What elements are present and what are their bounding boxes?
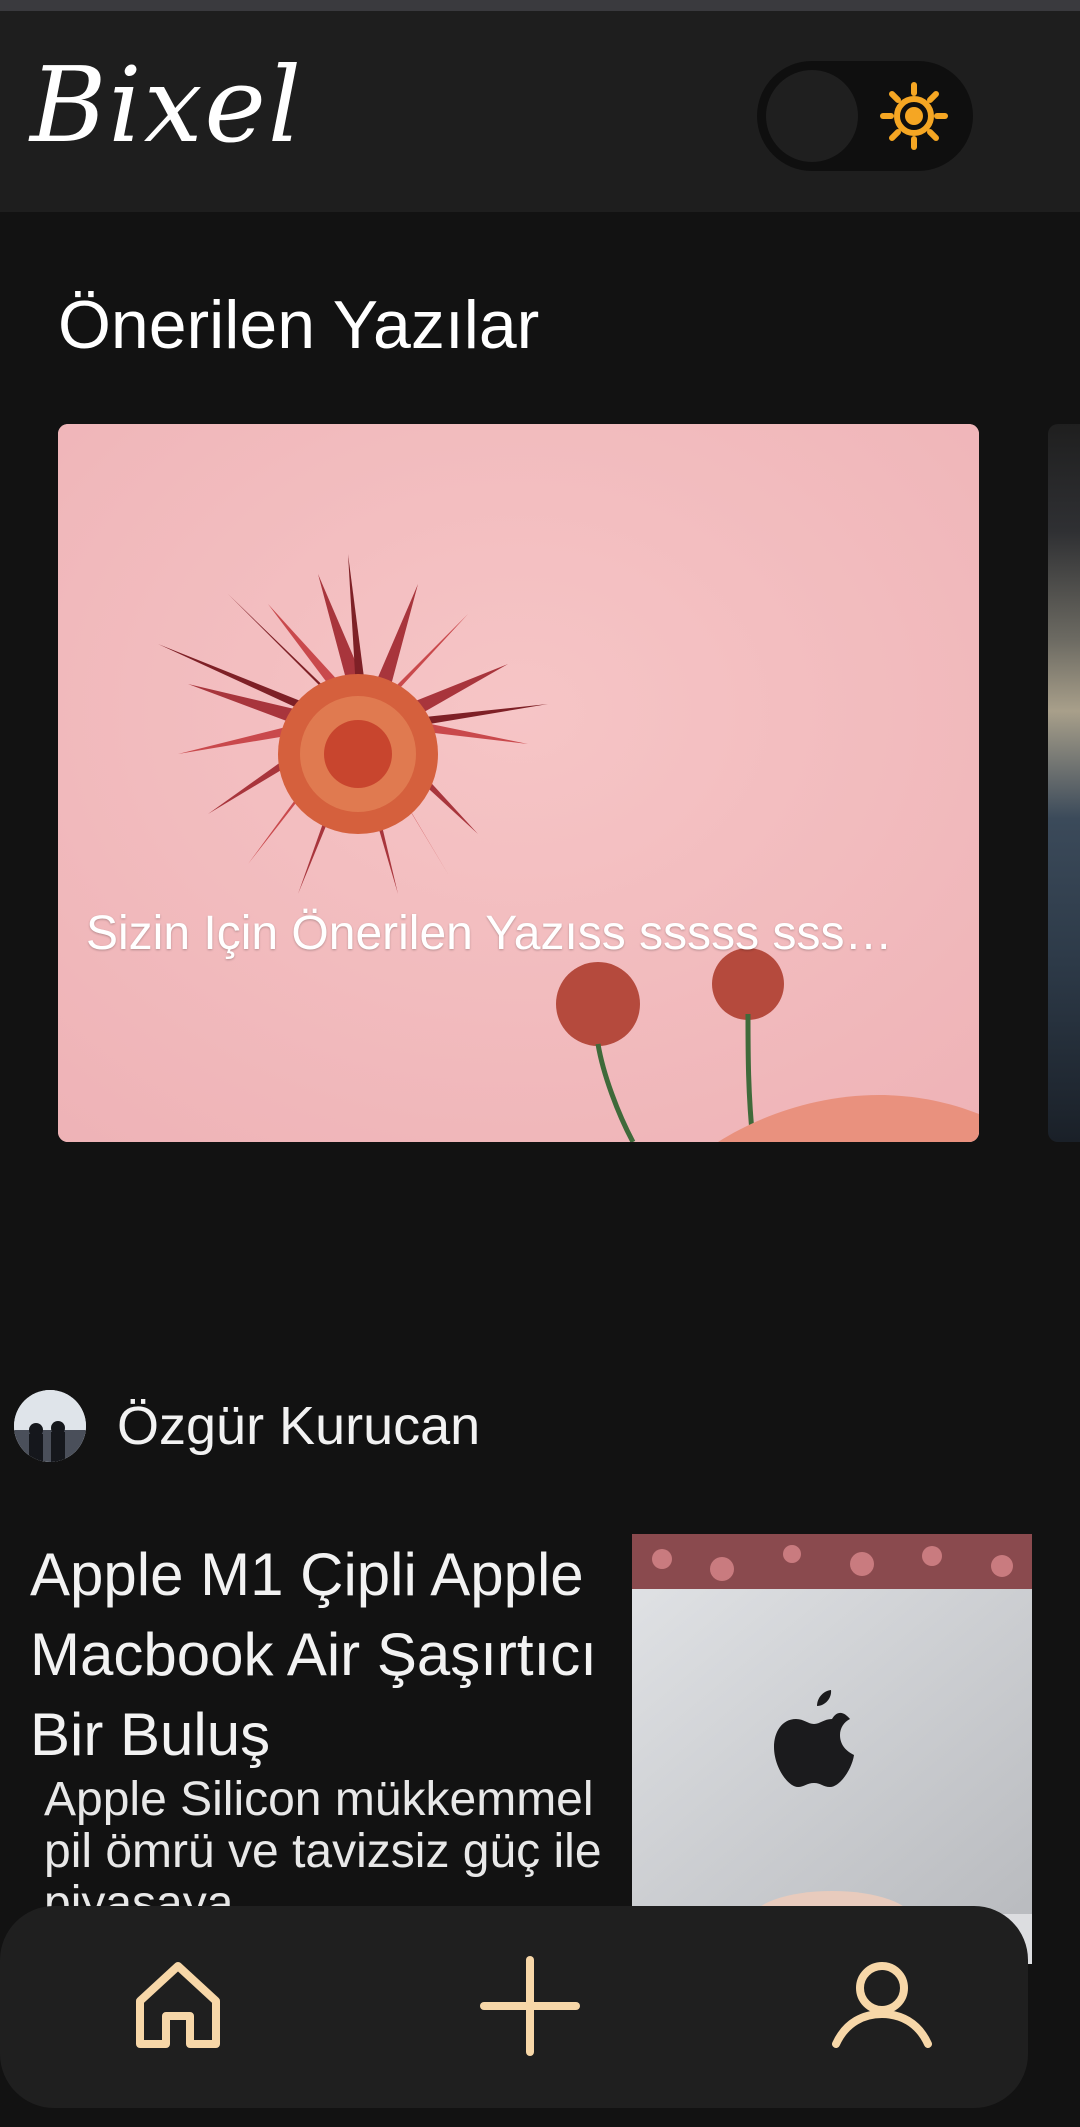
featured-post-image [58, 424, 979, 1142]
author-name: Özgür Kurucan [117, 1396, 481, 1456]
post-image[interactable] [632, 1534, 1032, 1964]
nav-profile-button[interactable] [822, 1946, 942, 2066]
toggle-knob [766, 70, 858, 162]
nav-home-button[interactable] [118, 1946, 238, 2066]
user-icon [832, 1962, 932, 2048]
featured-post-card[interactable]: Sizin Için Önerilen Yazıss sssss sss… [58, 424, 979, 1142]
post-title[interactable]: Apple M1 Çipli Apple Macbook Air Şaşırtı… [30, 1535, 630, 1775]
home-icon [136, 1962, 220, 2048]
app-logo[interactable]: Bixel [30, 45, 303, 165]
author-avatar [14, 1390, 86, 1462]
plus-icon [480, 1956, 580, 2056]
nav-add-button[interactable] [470, 1946, 590, 2066]
bottom-navigation [0, 1906, 1028, 2108]
app-header: Bixel [0, 11, 1080, 212]
next-card-peek[interactable] [1048, 424, 1080, 1142]
sun-icon [880, 82, 948, 150]
section-title-recommended: Önerilen Yazılar [58, 287, 540, 363]
theme-toggle[interactable] [757, 61, 973, 171]
featured-post-title: Sizin Için Önerilen Yazıss sssss sss… [86, 907, 893, 960]
status-bar-strip [0, 0, 1080, 11]
